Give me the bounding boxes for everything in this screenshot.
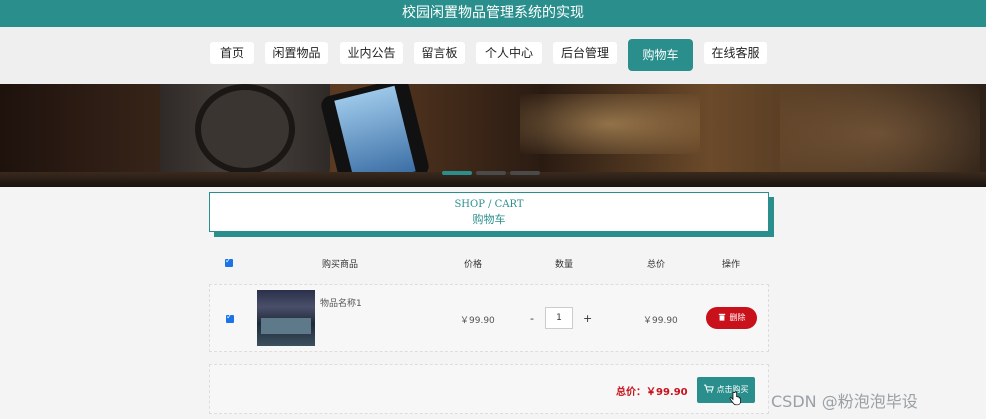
section-title-cn: 购物车 xyxy=(472,213,506,226)
item-price: ￥99.90 xyxy=(460,316,495,326)
decrease-button[interactable]: - xyxy=(530,312,534,325)
carousel-dot-active[interactable] xyxy=(442,171,472,175)
column-quantity: 数量 xyxy=(555,260,574,270)
column-total: 总价 xyxy=(647,260,666,270)
nav-item-announcements[interactable]: 业内公告 xyxy=(340,42,403,64)
watermark: CSDN @粉泡泡毕设 xyxy=(771,392,918,411)
section-header: SHOP / CART 购物车 xyxy=(209,192,769,232)
item-checkbox[interactable] xyxy=(226,312,234,323)
cup-logo xyxy=(195,84,295,174)
buy-button[interactable]: 点击购买 xyxy=(697,377,755,403)
carousel-dot[interactable] xyxy=(476,171,506,175)
cart-summary: 总价：￥99.90 点击购买 xyxy=(209,364,769,414)
carousel-dot[interactable] xyxy=(510,171,540,175)
page-title: 校园闲置物品管理系统的实现 xyxy=(0,0,986,27)
cart-icon xyxy=(703,384,714,393)
hand-pointer-icon xyxy=(729,391,741,406)
section-title-en: SHOP / CART xyxy=(454,199,524,210)
product-thumbnail[interactable] xyxy=(257,290,315,346)
product-name[interactable]: 物品名称1 xyxy=(320,296,362,309)
trash-icon xyxy=(718,313,725,321)
nav-item-message-board[interactable]: 留言板 xyxy=(414,42,465,64)
nav-item-cart[interactable]: 购物车 xyxy=(628,39,693,71)
item-total: ￥99.90 xyxy=(643,316,678,326)
cart-table-header: 购买商品 价格 数量 总价 操作 xyxy=(209,252,769,274)
nav-item-online-service[interactable]: 在线客服 xyxy=(704,42,767,64)
top-nav: 首页 闲置物品 业内公告 留言板 个人中心 后台管理 购物车 在线客服 xyxy=(0,27,986,84)
delete-label: 删除 xyxy=(729,313,746,322)
nav-item-home[interactable]: 首页 xyxy=(210,42,254,64)
column-action: 操作 xyxy=(722,260,741,270)
nav-item-admin[interactable]: 后台管理 xyxy=(553,42,617,64)
table-row: 物品名称1 ￥99.90 - 1 + ￥99.90 删除 xyxy=(209,284,769,352)
column-product: 购买商品 xyxy=(322,260,359,270)
select-all-checkbox[interactable] xyxy=(225,256,233,267)
nav-item-idle-items[interactable]: 闲置物品 xyxy=(265,42,328,64)
delete-button[interactable]: 删除 xyxy=(706,307,757,329)
nav-item-personal-center[interactable]: 个人中心 xyxy=(476,42,542,64)
quantity-input[interactable]: 1 xyxy=(545,307,573,329)
column-price: 价格 xyxy=(464,260,483,270)
increase-button[interactable]: + xyxy=(583,312,592,325)
total-price: 总价：￥99.90 xyxy=(616,387,688,398)
